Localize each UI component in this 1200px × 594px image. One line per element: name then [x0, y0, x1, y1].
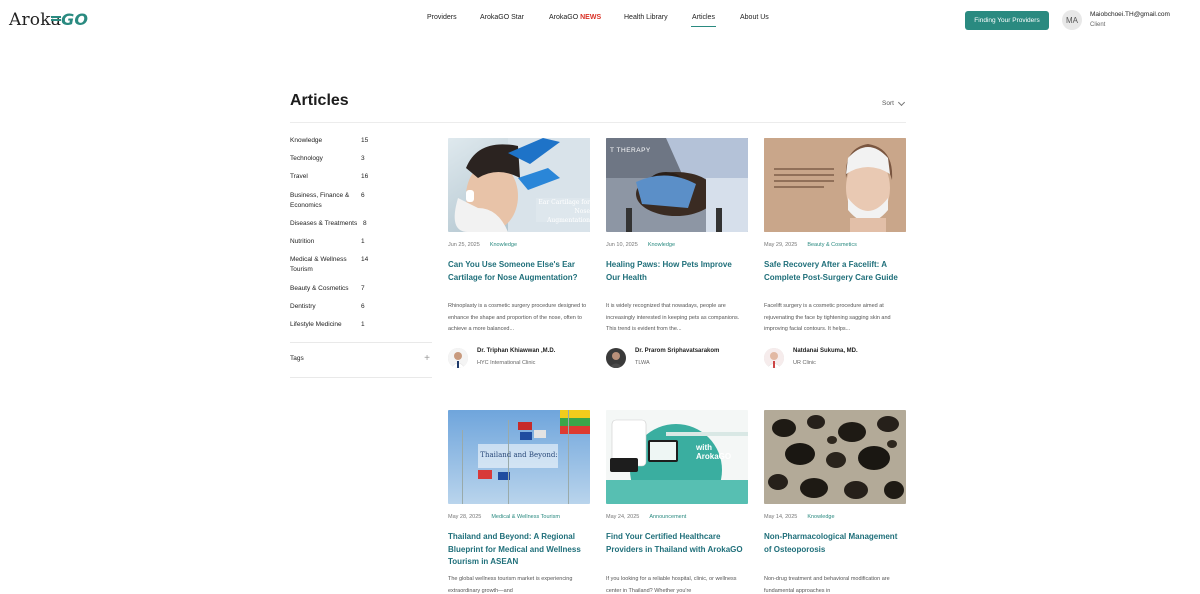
- article-meta: May 29, 2025 Beauty & Cosmetics: [764, 242, 857, 248]
- nav-news-label: ArokaGO: [549, 14, 581, 21]
- title-divider: [290, 122, 906, 123]
- article-image[interactable]: [764, 410, 906, 504]
- nav-health-library[interactable]: Health Library: [624, 14, 668, 21]
- category-count: 14: [361, 256, 369, 263]
- nav-arokago-star[interactable]: ArokaGO Star: [480, 14, 524, 21]
- author-clinic: UR Clinic: [793, 360, 816, 366]
- article-meta: Jun 10, 2025 Knowledge: [606, 242, 675, 248]
- category-count: 15: [361, 137, 369, 144]
- author-name: Dr. Triphan Khiawwan ,M.D.: [477, 348, 556, 354]
- category-name: Dentistry: [290, 303, 316, 310]
- user-role: Client: [1090, 22, 1106, 28]
- article-excerpt: Facelift surgery is a cosmetic procedure…: [764, 303, 891, 332]
- article-meta: May 24, 2025 Announcement: [606, 514, 686, 520]
- article-date: May 28, 2025: [448, 514, 482, 520]
- article-date: May 24, 2025: [606, 514, 640, 520]
- category-name: Nutrition: [290, 238, 315, 245]
- article-image[interactable]: Thailand and Beyond:: [448, 410, 590, 504]
- category-name: Diseases & Treatments: [290, 220, 358, 227]
- article-meta: May 14, 2025 Knowledge: [764, 514, 835, 520]
- category-name: Lifestyle Medicine: [290, 321, 342, 328]
- article-image[interactable]: Ear Cartilage for Nose Augmentation: [448, 138, 590, 232]
- category-name: Beauty & Cosmetics: [290, 285, 349, 292]
- author-name: Dr. Prarom Sriphavatsarakom: [635, 348, 720, 354]
- article-title[interactable]: Safe Recovery After a Facelift: A Comple…: [764, 259, 906, 284]
- article-image[interactable]: [764, 138, 906, 232]
- article-title[interactable]: Non-Pharmacological Management of Osteop…: [764, 531, 906, 556]
- article-tag[interactable]: Knowledge: [648, 242, 675, 248]
- category-name: Technology: [290, 155, 323, 162]
- article-excerpt: The global wellness tourism market is ex…: [448, 576, 573, 594]
- chevron-down-icon: [897, 98, 905, 106]
- user-avatar[interactable]: MA: [1062, 10, 1082, 30]
- nav-articles[interactable]: Articles: [691, 14, 716, 27]
- image-caption: Ear Cartilage for Nose Augmentation: [538, 199, 590, 224]
- category-count: 16: [361, 173, 369, 180]
- category-name: Business, Finance & Economics: [290, 192, 350, 209]
- article-title[interactable]: Find Your Certified Healthcare Providers…: [606, 531, 748, 556]
- author-clinic: HYC International Clinic: [477, 360, 536, 366]
- article-tag[interactable]: Knowledge: [807, 514, 834, 520]
- news-badge: NEWS: [580, 14, 602, 21]
- category-count: 1: [361, 321, 365, 328]
- article-tag[interactable]: Knowledge: [490, 242, 517, 248]
- article-tag[interactable]: Medical & Wellness Tourism: [491, 514, 560, 520]
- user-email[interactable]: Maiobchoei.TH@gmail.com: [1090, 11, 1170, 18]
- article-excerpt: Rhinoplasty is a cosmetic surgery proced…: [448, 303, 587, 332]
- author-name: Natdanai Sukuma, MD.: [793, 348, 858, 354]
- article-image[interactable]: T THERAPY: [606, 138, 748, 232]
- article-date: Jun 10, 2025: [606, 242, 638, 248]
- article-meta: May 28, 2025 Medical & Wellness Tourism: [448, 514, 560, 520]
- article-date: Jun 25, 2025: [448, 242, 480, 248]
- article-excerpt: It is widely recognized that nowadays, p…: [606, 303, 740, 332]
- category-name: Travel: [290, 173, 308, 180]
- category-count: 3: [361, 155, 365, 162]
- article-image[interactable]: with ArokaGO: [606, 410, 748, 504]
- page-title: Articles: [290, 92, 349, 109]
- category-count: 7: [361, 285, 365, 292]
- image-caption: T THERAPY: [610, 147, 651, 154]
- article-date: May 14, 2025: [764, 514, 798, 520]
- category-name: Medical & Wellness Tourism: [290, 256, 347, 273]
- article-excerpt: Non-drug treatment and behavioral modifi…: [764, 576, 890, 594]
- sort-dropdown[interactable]: Sort: [882, 98, 905, 107]
- author-avatar: [606, 348, 626, 368]
- article-title[interactable]: Can You Use Someone Else's Ear Cartilage…: [448, 259, 590, 284]
- nav-about-us[interactable]: About Us: [740, 14, 769, 21]
- article-date: May 29, 2025: [764, 242, 798, 248]
- sidebar-divider: [290, 342, 432, 343]
- top-header: ArokaGO Providers ArokaGO Star ArokaGO N…: [0, 0, 1200, 40]
- sort-label: Sort: [882, 100, 894, 107]
- nav-arokago-news[interactable]: ArokaGO NEWS: [549, 14, 601, 21]
- finding-providers-button[interactable]: Finding Your Providers: [965, 11, 1049, 30]
- article-title[interactable]: Thailand and Beyond: A Regional Blueprin…: [448, 531, 590, 569]
- category-name: Knowledge: [290, 137, 323, 144]
- tags-toggle[interactable]: Tags +: [290, 353, 432, 364]
- article-excerpt: If you looking for a reliable hospital, …: [606, 576, 737, 594]
- plus-icon: +: [424, 353, 430, 364]
- nav-providers[interactable]: Providers: [427, 14, 457, 21]
- category-count: 8: [363, 220, 367, 227]
- author-avatar: [448, 348, 468, 368]
- image-caption: Thailand and Beyond:: [480, 451, 558, 459]
- category-count: 6: [361, 192, 365, 199]
- tags-label: Tags: [290, 355, 304, 362]
- category-count: 1: [361, 238, 365, 245]
- article-tag[interactable]: Announcement: [649, 514, 686, 520]
- article-tag[interactable]: Beauty & Cosmetics: [807, 242, 857, 248]
- article-meta: Jun 25, 2025 Knowledge: [448, 242, 517, 248]
- author-clinic: TLWA: [635, 360, 650, 366]
- image-caption: with ArokaGO: [696, 443, 732, 461]
- category-count: 6: [361, 303, 365, 310]
- sidebar-divider: [290, 377, 432, 378]
- author-avatar: [764, 348, 784, 368]
- article-title[interactable]: Healing Paws: How Pets Improve Our Healt…: [606, 259, 748, 284]
